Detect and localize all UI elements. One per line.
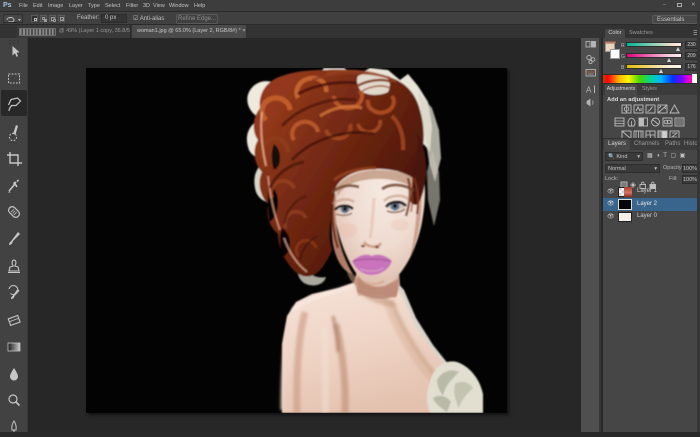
svg-text:A: A <box>586 86 592 95</box>
